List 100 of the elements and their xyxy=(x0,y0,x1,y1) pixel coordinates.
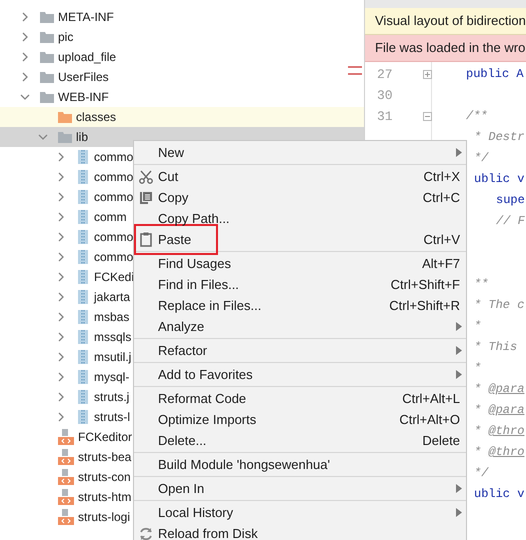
archive-icon xyxy=(78,350,88,364)
tree-item-label[interactable]: UserFiles xyxy=(58,70,109,84)
tree-item-label[interactable]: upload_file xyxy=(58,50,116,64)
code-text: ** xyxy=(474,277,488,291)
error-marks-icon xyxy=(348,66,362,76)
shortcut-label: Ctrl+C xyxy=(422,190,460,205)
code-text: * This xyxy=(474,340,518,354)
archive-icon xyxy=(78,410,88,424)
tree-item-label[interactable]: commo xyxy=(94,230,134,244)
folder-icon xyxy=(40,91,54,103)
menu-item[interactable]: Paste Ctrl+V xyxy=(134,229,466,250)
menu-item[interactable]: Analyze xyxy=(134,316,466,337)
tree-item-label[interactable]: FCKedi xyxy=(94,270,134,284)
tree-item-label[interactable]: commo xyxy=(94,250,134,264)
xml-file-icon xyxy=(58,429,74,445)
chevron-icon[interactable] xyxy=(56,272,66,282)
menu-item[interactable]: Delete... Delete xyxy=(134,430,466,451)
shortcut-label: Ctrl+X xyxy=(424,169,460,184)
menu-item[interactable]: Replace in Files... Ctrl+Shift+R xyxy=(134,295,466,316)
clipboard-icon xyxy=(140,232,152,247)
tree-item-label[interactable]: FCKeditor xyxy=(78,430,132,444)
code-text: supe xyxy=(496,193,525,207)
chevron-icon[interactable] xyxy=(20,12,30,22)
tree-item-label[interactable]: struts.j xyxy=(94,390,130,404)
tree-item-label[interactable]: commo xyxy=(94,150,134,164)
tree-item-label[interactable]: msbas xyxy=(94,310,130,324)
menu-item[interactable]: Refactor xyxy=(134,340,466,361)
code-text: * @para xyxy=(474,382,524,396)
tree-item-label[interactable]: lib xyxy=(76,130,88,144)
chevron-icon[interactable] xyxy=(56,312,66,322)
tree-item-label[interactable]: struts-htm xyxy=(78,490,132,504)
archive-icon xyxy=(78,290,88,304)
archive-icon xyxy=(78,270,88,284)
menu-item[interactable]: Optimize Imports Ctrl+Alt+O xyxy=(134,409,466,430)
tree-item-label[interactable]: classes xyxy=(76,110,116,124)
tree-item-label[interactable]: pic xyxy=(58,30,74,44)
chevron-icon[interactable] xyxy=(56,152,66,162)
tree-item-label[interactable]: struts-con xyxy=(78,470,131,484)
chevron-icon[interactable] xyxy=(56,252,66,262)
tree-item-label[interactable]: struts-l xyxy=(94,410,130,424)
menu-item[interactable]: Open In xyxy=(134,478,466,499)
code-text: * @thro xyxy=(474,424,524,438)
line-number: 31 xyxy=(377,109,393,124)
chevron-icon[interactable] xyxy=(56,212,66,222)
tree-item-label[interactable]: commo xyxy=(94,170,134,184)
chevron-icon[interactable] xyxy=(56,332,66,342)
tree-item-label[interactable]: WEB-INF xyxy=(58,90,109,104)
menu-item[interactable]: Reformat Code Ctrl+Alt+L xyxy=(134,388,466,409)
code-text: */ xyxy=(474,466,488,480)
folder-icon xyxy=(40,51,54,63)
menu-item[interactable]: Find in Files... Ctrl+Shift+F xyxy=(134,274,466,295)
chevron-icon[interactable] xyxy=(56,192,66,202)
tree-item-label[interactable]: mssqls xyxy=(94,330,132,344)
tree-item-label[interactable]: comm xyxy=(94,210,127,224)
notification-banner: Visual layout of bidirection xyxy=(365,8,526,35)
menu-item[interactable]: Copy Ctrl+C xyxy=(134,187,466,208)
chevron-icon[interactable] xyxy=(56,372,66,382)
chevron-icon[interactable] xyxy=(56,352,66,362)
chevron-icon[interactable] xyxy=(56,172,66,182)
archive-icon xyxy=(78,370,88,384)
chevron-icon[interactable] xyxy=(56,412,66,422)
folder-icon xyxy=(40,71,54,83)
folder-icon xyxy=(40,11,54,23)
folder-icon xyxy=(58,131,72,143)
archive-icon xyxy=(78,250,88,264)
chevron-icon[interactable] xyxy=(56,292,66,302)
code-text: * Destr xyxy=(474,130,524,144)
menu-item[interactable]: Find Usages Alt+F7 xyxy=(134,253,466,274)
menu-item[interactable]: Add to Favorites xyxy=(134,364,466,385)
code-text: ublic v xyxy=(474,487,524,501)
chevron-icon[interactable] xyxy=(56,392,66,402)
tree-item-label[interactable]: mysql- xyxy=(94,370,130,384)
menu-item[interactable]: Copy Path... xyxy=(134,208,466,229)
fold-icon[interactable] xyxy=(423,112,432,121)
scissors-icon xyxy=(139,170,153,184)
fold-icon[interactable] xyxy=(423,70,432,79)
menu-item[interactable]: New xyxy=(134,142,466,163)
menu-item[interactable]: Cut Ctrl+X xyxy=(134,166,466,187)
chevron-icon[interactable] xyxy=(20,72,30,82)
chevron-icon[interactable] xyxy=(20,32,30,42)
tree-item-label[interactable]: commo xyxy=(94,190,134,204)
tree-item-label[interactable]: struts-bea xyxy=(78,450,132,464)
tree-item-label[interactable]: msutil.j xyxy=(94,350,132,364)
chevron-icon[interactable] xyxy=(56,232,66,242)
code-text: /** xyxy=(466,109,488,123)
notification-banner: File was loaded in the wro xyxy=(365,35,526,62)
chevron-icon[interactable] xyxy=(20,52,30,62)
tree-item-label[interactable]: struts-logi xyxy=(78,510,130,524)
tree-item-label[interactable]: jakarta xyxy=(94,290,130,304)
archive-icon xyxy=(78,210,88,224)
menu-item[interactable]: Local History xyxy=(134,502,466,523)
chevron-icon[interactable] xyxy=(38,132,48,142)
shortcut-label: Ctrl+V xyxy=(424,232,460,247)
menu-item[interactable]: Build Module 'hongsewenhua' xyxy=(134,454,466,475)
chevron-icon[interactable] xyxy=(20,92,30,102)
tree-item-label[interactable]: META-INF xyxy=(58,10,114,24)
copy-icon xyxy=(139,190,153,204)
menu-item[interactable]: Reload from Disk xyxy=(134,523,466,540)
xml-file-icon xyxy=(58,509,74,525)
code-text: */ xyxy=(474,151,488,165)
